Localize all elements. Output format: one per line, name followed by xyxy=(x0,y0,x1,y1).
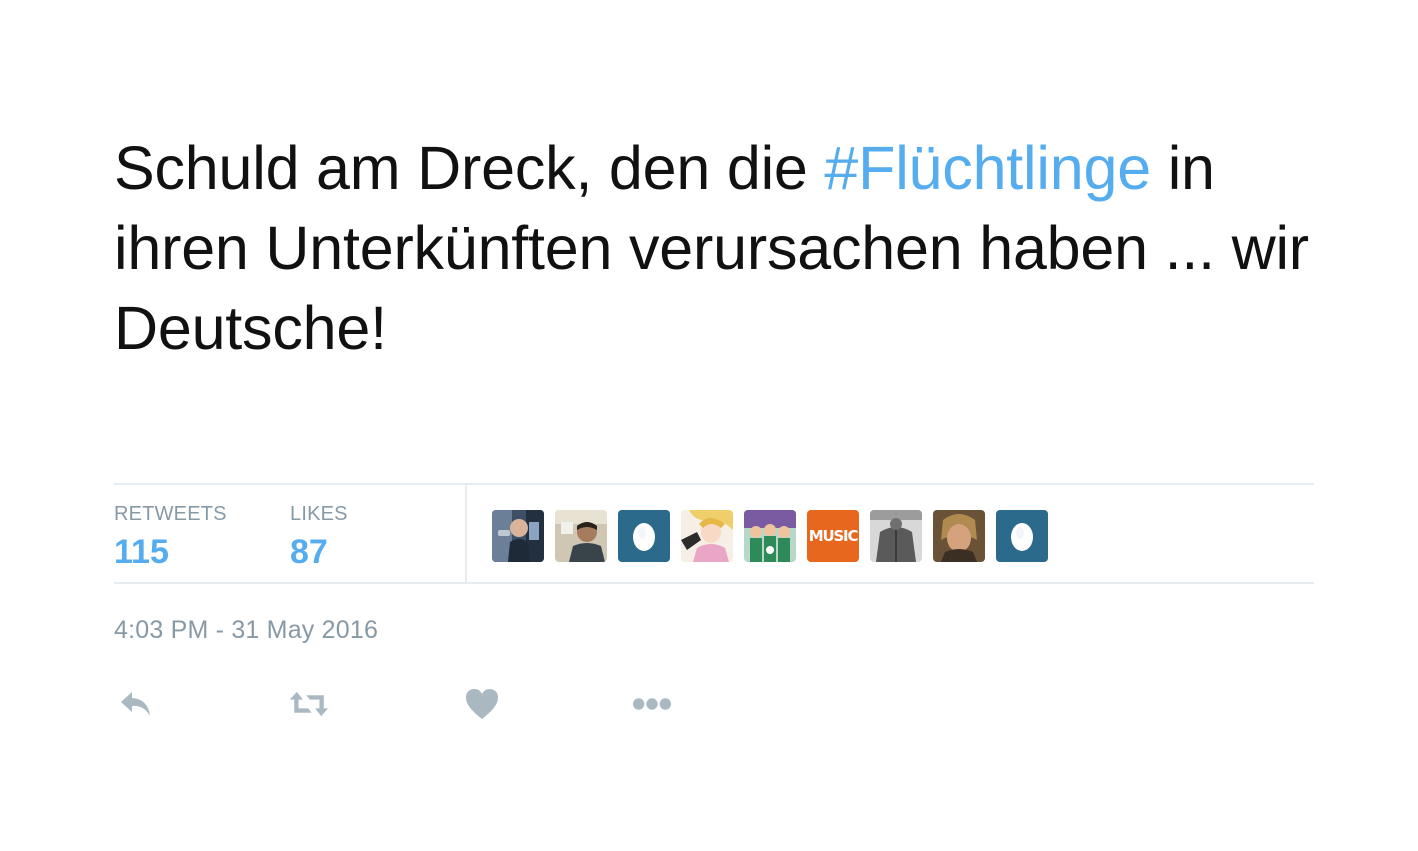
music-badge-text: MUSIC xyxy=(808,527,859,545)
retweet-icon xyxy=(289,691,329,717)
avatar[interactable] xyxy=(870,510,922,562)
retweets-stat[interactable]: RETWEETS 115 xyxy=(114,502,227,572)
avatar[interactable] xyxy=(744,510,796,562)
more-button[interactable] xyxy=(632,684,672,724)
stats-divider xyxy=(465,485,467,584)
avatar[interactable] xyxy=(618,510,670,562)
avatar[interactable]: MUSIC xyxy=(807,510,859,562)
reply-icon xyxy=(121,692,150,716)
tweet-stats-bar: RETWEETS 115 LIKES 87 MUSIC xyxy=(114,483,1314,584)
retweet-button[interactable] xyxy=(289,684,329,724)
likes-count: 87 xyxy=(290,533,328,571)
likes-label: LIKES xyxy=(290,503,348,525)
likes-stat[interactable]: LIKES 87 xyxy=(290,502,348,572)
retweets-count: 115 xyxy=(114,533,169,571)
hashtag-link[interactable]: #Flüchtlinge xyxy=(824,134,1151,202)
tweet-timestamp[interactable]: 4:03 PM - 31 May 2016 xyxy=(114,616,378,645)
avatar[interactable] xyxy=(555,510,607,562)
avatar[interactable] xyxy=(492,510,544,562)
heart-icon xyxy=(466,689,498,719)
reply-button[interactable] xyxy=(116,684,156,724)
avatar[interactable] xyxy=(996,510,1048,562)
avatar[interactable] xyxy=(933,510,985,562)
more-icon xyxy=(632,698,672,710)
tweet-text: Schuld am Dreck, den die #Flüchtlinge in… xyxy=(114,128,1334,368)
liker-avatars: MUSIC xyxy=(492,510,1048,562)
tweet-text-before: Schuld am Dreck, den die xyxy=(114,134,825,202)
avatar[interactable] xyxy=(681,510,733,562)
like-button[interactable] xyxy=(462,684,502,724)
retweets-label: RETWEETS xyxy=(114,503,227,525)
